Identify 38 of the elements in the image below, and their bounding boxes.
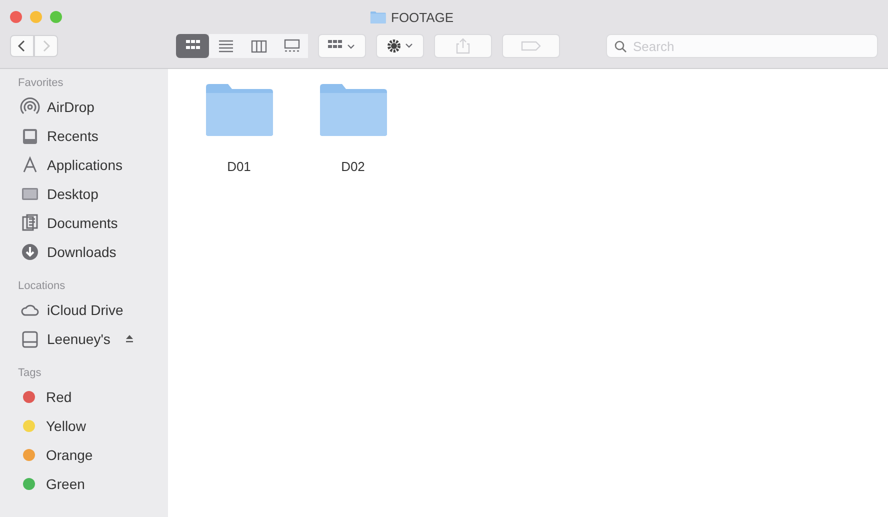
group-button[interactable] (318, 34, 366, 58)
view-mode-button[interactable] (176, 34, 209, 58)
airdrop-icon (20, 96, 40, 116)
window-control[interactable] (10, 11, 22, 23)
sidebar-heading: Locations (18, 280, 66, 292)
file-name[interactable]: D01 (227, 159, 251, 174)
back-button[interactable] (10, 35, 34, 57)
folder-icon (204, 83, 274, 137)
view-mode-button[interactable] (209, 34, 242, 58)
sidebar-item[interactable]: Leenuey's (47, 330, 110, 346)
folder-icon (370, 10, 386, 24)
window-title: FOOTAGE (391, 10, 454, 24)
file-name[interactable]: D02 (341, 159, 365, 174)
sidebar-item[interactable]: Downloads (47, 244, 116, 260)
eject-icon[interactable] (125, 334, 134, 343)
sidebar-heading: Tags (18, 367, 42, 379)
sidebar-item[interactable]: Orange (46, 446, 93, 462)
folder-icon (318, 83, 388, 137)
forward-icon (41, 39, 51, 53)
back-icon (17, 39, 27, 53)
settings-button[interactable] (376, 34, 424, 58)
sidebar-item[interactable]: Green (46, 476, 85, 492)
gear-dropdown-icon (385, 37, 415, 55)
search-icon (614, 40, 627, 53)
downloads-icon (20, 242, 40, 262)
sidebar-heading: Favorites (18, 77, 64, 89)
sidebar-item[interactable]: iCloud Drive (47, 302, 124, 318)
view-mode-button[interactable] (275, 34, 308, 58)
sidebar-item[interactable]: Applications (47, 156, 122, 172)
sidebar-item[interactable]: Recents (47, 128, 98, 144)
sidebar-item[interactable]: Yellow (46, 418, 86, 434)
sidebar-item[interactable]: Red (46, 388, 72, 404)
documents-icon (20, 212, 40, 232)
share-icon (456, 38, 470, 54)
sidebar-item[interactable]: Desktop (47, 186, 98, 202)
sidebar-item[interactable]: AirDrop (47, 98, 94, 114)
sidebar-item[interactable]: Documents (47, 214, 118, 230)
tag-icon (520, 40, 542, 52)
